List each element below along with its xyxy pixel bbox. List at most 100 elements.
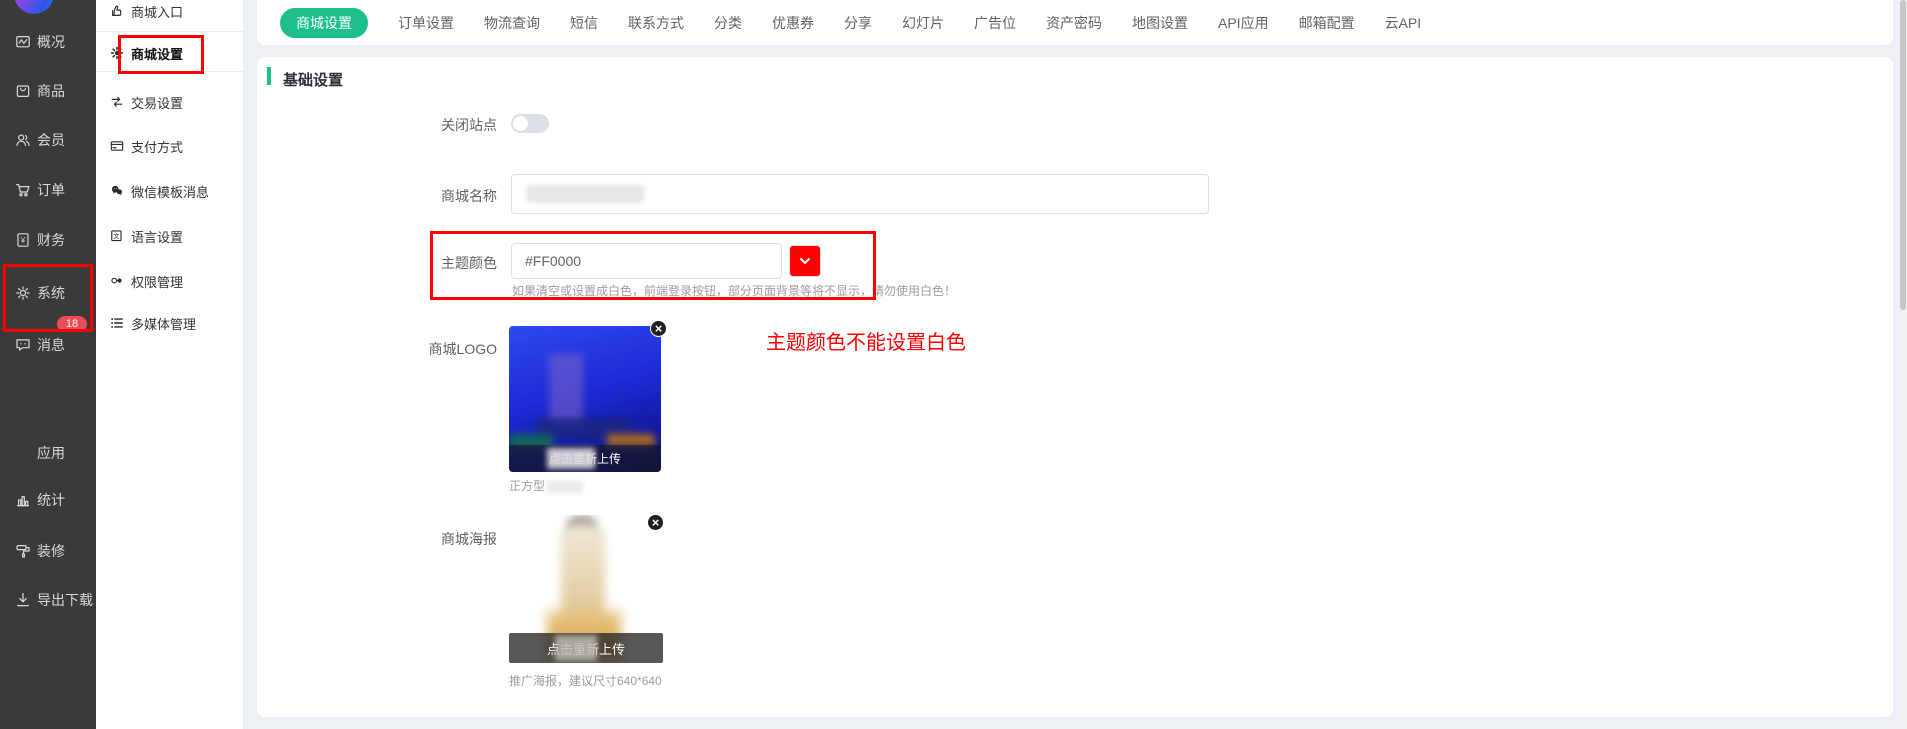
tab-category[interactable]: 分类 [714,13,742,33]
sidebar-item-label: 统计 [37,490,65,510]
sidebar-item-label: 概况 [37,32,65,52]
multimedia-icon [110,316,124,330]
permission-icon [110,274,124,288]
tab-api-app[interactable]: API应用 [1218,13,1269,33]
menu-item-multimedia[interactable]: 多媒体管理 [110,312,196,334]
basic-settings-card [257,57,1893,717]
menu-item-trade-settings[interactable]: 交易设置 [110,91,183,113]
censor-blob [549,354,583,426]
menu-item-label: 权限管理 [131,272,183,291]
sidebar-item-label: 财务 [37,230,65,250]
system-unread-badge: 18 [57,316,87,332]
secondary-sidebar: 商城入口 商城设置 交易设置 支付方式 微信模板消息 文 语言设置 权限管理 多 [96,0,243,729]
primary-sidebar: 概况 商品 会员 订单 ¥ 财务 系统 消息 应用 [0,0,96,729]
shop-name-input[interactable] [511,174,1209,214]
tab-share[interactable]: 分享 [844,13,872,33]
sidebar-item-finance[interactable]: ¥ 财务 [15,228,65,252]
tab-slideshow[interactable]: 幻灯片 [902,13,944,33]
logo-caption-text: 正方型 [509,479,545,493]
sidebar-item-export[interactable]: 导出下载 [15,588,93,612]
settings-tab-bar: 商城设置 订单设置 物流查询 短信 联系方式 分类 优惠券 分享 幻灯片 广告位… [257,0,1893,45]
svg-text:文: 文 [113,232,119,240]
menu-item-label: 语言设置 [131,227,183,246]
sidebar-item-message[interactable]: 消息 [15,333,65,357]
tab-logistics-query[interactable]: 物流查询 [484,13,540,33]
sidebar-item-apps[interactable]: 应用 [15,441,65,465]
goods-icon [15,83,31,99]
tab-order-settings[interactable]: 订单设置 [398,13,454,33]
close-site-label: 关闭站点 [337,115,497,135]
censored-shop-name-value [526,185,644,203]
menu-item-payment-methods[interactable]: 支付方式 [110,135,183,157]
language-settings-icon: 文 [110,229,124,243]
menu-divider [96,31,243,32]
menu-divider [96,71,243,72]
menu-item-label: 多媒体管理 [131,314,196,333]
shop-poster-label: 商城海报 [337,529,497,549]
annotation-note: 主题颜色不能设置白色 [766,326,966,355]
overview-icon [15,34,31,50]
shop-logo-label: 商城LOGO [337,339,497,359]
poster-reupload-button[interactable]: 点击重新上传 [509,633,663,663]
section-accent-bar [267,67,271,85]
poster-caption: 推广海报，建议尺寸640*640 [509,672,662,689]
shop-name-label: 商城名称 [337,186,497,206]
sidebar-item-member[interactable]: 会员 [15,128,65,152]
theme-color-input[interactable] [511,243,782,279]
tab-coupon[interactable]: 优惠券 [772,13,814,33]
shop-poster-image[interactable]: 点击重新上传 [509,515,663,663]
menu-item-permission[interactable]: 权限管理 [110,270,183,292]
system-icon [15,285,31,301]
menu-item-label: 商城入口 [131,2,183,21]
menu-item-wechat-template[interactable]: 微信模板消息 [110,180,209,202]
menu-item-label: 微信模板消息 [131,182,209,201]
sidebar-item-label: 系统 [37,283,65,303]
section-title: 基础设置 [283,69,343,90]
theme-color-label: 主题颜色 [337,253,497,273]
sidebar-item-decorate[interactable]: 装修 [15,539,65,563]
remove-poster-button[interactable]: × [647,514,664,531]
member-icon [15,132,31,148]
sidebar-item-stats[interactable]: 统计 [15,488,65,512]
tab-ad-slot[interactable]: 广告位 [974,13,1016,33]
menu-item-shop-entry[interactable]: 商城入口 [110,0,183,22]
sidebar-item-overview[interactable]: 概况 [15,30,65,54]
finance-icon: ¥ [15,232,31,248]
censor-blob [547,448,595,469]
app-logo[interactable] [14,0,54,14]
tab-cloud-api[interactable]: 云API [1385,13,1422,33]
tab-asset-password[interactable]: 资产密码 [1046,13,1102,33]
shop-entry-icon [110,4,124,18]
wechat-template-icon [110,184,124,198]
sidebar-item-label: 装修 [37,541,65,561]
chevron-down-icon [798,255,812,267]
export-download-icon [15,592,31,608]
scrollbar-thumb[interactable] [1900,0,1906,310]
sidebar-item-label: 商品 [37,81,65,101]
censor-blob [555,635,597,661]
sidebar-item-goods[interactable]: 商品 [15,79,65,103]
tab-mailbox-config[interactable]: 邮箱配置 [1299,13,1355,33]
scrollbar-track[interactable] [1899,0,1907,729]
shop-settings-icon [110,46,124,60]
payment-icon [110,139,124,153]
menu-item-label: 支付方式 [131,137,183,156]
tab-contact[interactable]: 联系方式 [628,13,684,33]
sidebar-item-label: 导出下载 [37,590,93,610]
tab-map-settings[interactable]: 地图设置 [1132,13,1188,33]
close-site-toggle[interactable] [511,114,549,133]
message-icon [15,337,31,353]
stats-icon [15,492,31,508]
theme-color-picker-button[interactable] [789,245,821,277]
logo-reupload-button[interactable]: 点击重新上传 [509,445,661,472]
sidebar-item-order[interactable]: 订单 [15,178,65,202]
sidebar-item-system[interactable]: 系统 [15,281,65,305]
tab-sms[interactable]: 短信 [570,13,598,33]
menu-item-language-settings[interactable]: 文 语言设置 [110,225,183,247]
menu-item-shop-settings[interactable]: 商城设置 [110,42,183,64]
sidebar-item-label: 消息 [37,335,65,355]
tab-shop-settings[interactable]: 商城设置 [280,8,368,38]
remove-logo-button[interactable]: × [650,320,667,337]
trade-settings-icon [110,95,124,109]
shop-logo-image[interactable]: 点击重新上传 [509,326,661,472]
